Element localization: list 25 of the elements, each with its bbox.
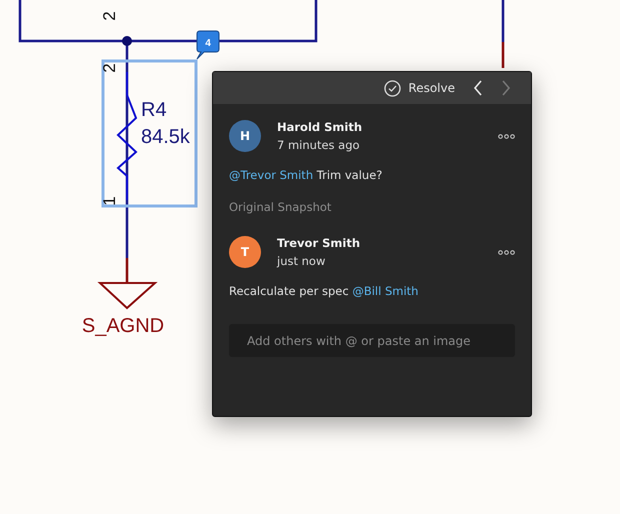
component-value: 84.5k	[141, 126, 190, 148]
resolve-button[interactable]: Resolve	[384, 80, 455, 96]
designator: R4	[141, 99, 167, 121]
avatar: T	[229, 236, 261, 268]
snapshot-link[interactable]: Original Snapshot	[229, 200, 515, 214]
pin-number: 1	[100, 196, 119, 206]
author-name: Harold Smith	[277, 120, 364, 134]
timestamp: just now	[277, 254, 326, 268]
check-circle-icon	[384, 80, 402, 96]
comment-badge[interactable]: 4	[196, 30, 220, 60]
reply-field[interactable]: Add others with @ or paste an image	[229, 324, 515, 357]
author-name: Trevor Smith	[277, 236, 362, 250]
comment-text: @Trevor Smith Trim value?	[229, 168, 384, 182]
avatar: H	[229, 120, 261, 152]
chevron-left-icon	[473, 80, 483, 96]
comment-text: Recalculate per spec @Bill Smith	[229, 284, 420, 298]
ground-symbol	[97, 282, 158, 310]
more-options-icon[interactable]	[498, 134, 515, 138]
chevron-right-icon	[501, 80, 511, 96]
pin-number: 2	[100, 63, 119, 73]
pin-number: 2	[100, 11, 119, 21]
more-options-icon[interactable]	[498, 250, 515, 254]
timestamp: 7 minutes ago	[277, 138, 361, 152]
net-label: S_AGND	[82, 315, 164, 337]
junction-dot	[122, 36, 132, 46]
